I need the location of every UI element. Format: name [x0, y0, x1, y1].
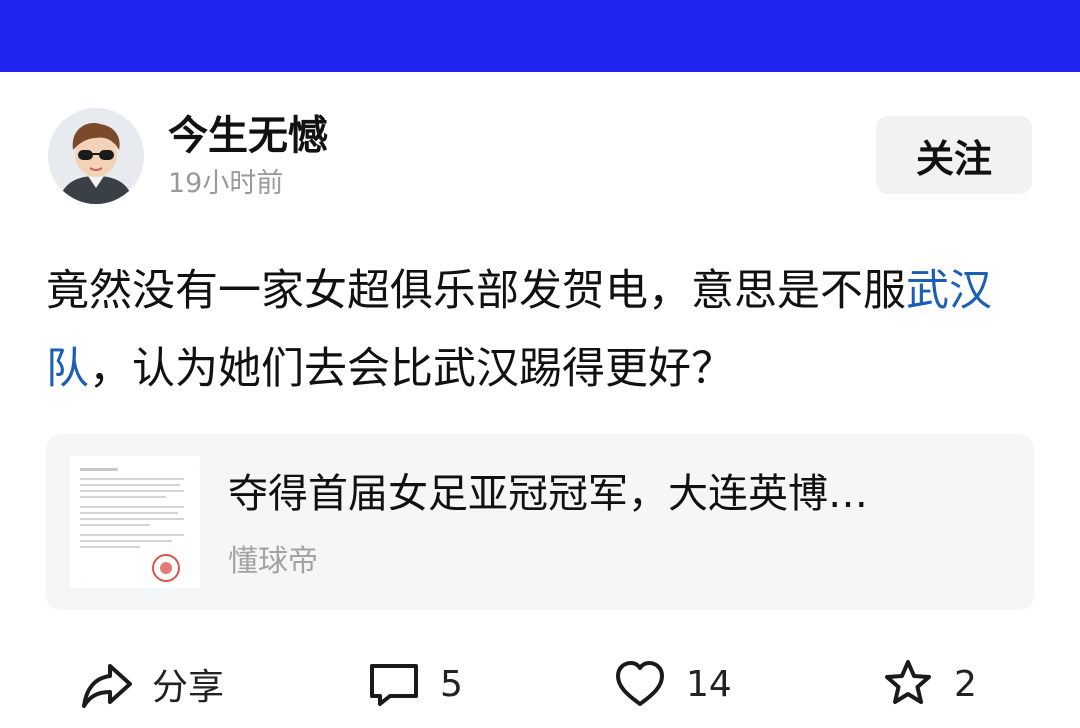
follow-button[interactable]: 关注: [876, 116, 1032, 194]
share-button[interactable]: 分享: [78, 652, 224, 716]
card-source: 懂球帝: [228, 544, 318, 579]
favorite-button[interactable]: 2: [880, 652, 977, 716]
like-button[interactable]: 14: [612, 652, 732, 716]
content-text-before: 竟然没有一家女超俱乐部发贺电，意思是不服: [46, 266, 906, 316]
favorite-count: 2: [954, 663, 977, 705]
content-text-after: ，认为她们去会比武汉踢得更好？: [89, 344, 734, 394]
post-card: 今生无憾 19小时前 关注 竟然没有一家女超俱乐部发贺电，意思是不服武汉队，认为…: [0, 72, 1080, 728]
post-time: 19小时前: [168, 168, 284, 199]
top-bar: [0, 0, 1080, 72]
author-name[interactable]: 今生无憾: [168, 112, 328, 160]
post-content: 竟然没有一家女超俱乐部发贺电，意思是不服武汉队，认为她们去会比武汉踢得更好？: [46, 252, 1036, 408]
avatar[interactable]: [48, 108, 144, 204]
comment-count: 5: [440, 663, 463, 705]
link-preview-card[interactable]: 夺得首届女足亚冠冠军，大连英博… 懂球帝: [46, 434, 1034, 610]
action-bar: 分享 5 14 2: [0, 652, 1080, 722]
card-title: 夺得首届女足亚冠冠军，大连英博…: [228, 471, 868, 517]
comment-button[interactable]: 5: [366, 652, 463, 716]
share-arrow-icon: [78, 656, 134, 712]
document-thumbnail: [70, 456, 200, 588]
comment-icon: [366, 656, 422, 712]
like-count: 14: [686, 663, 732, 705]
star-icon: [880, 656, 936, 712]
heart-icon: [612, 656, 668, 712]
share-label: 分享: [152, 667, 225, 708]
